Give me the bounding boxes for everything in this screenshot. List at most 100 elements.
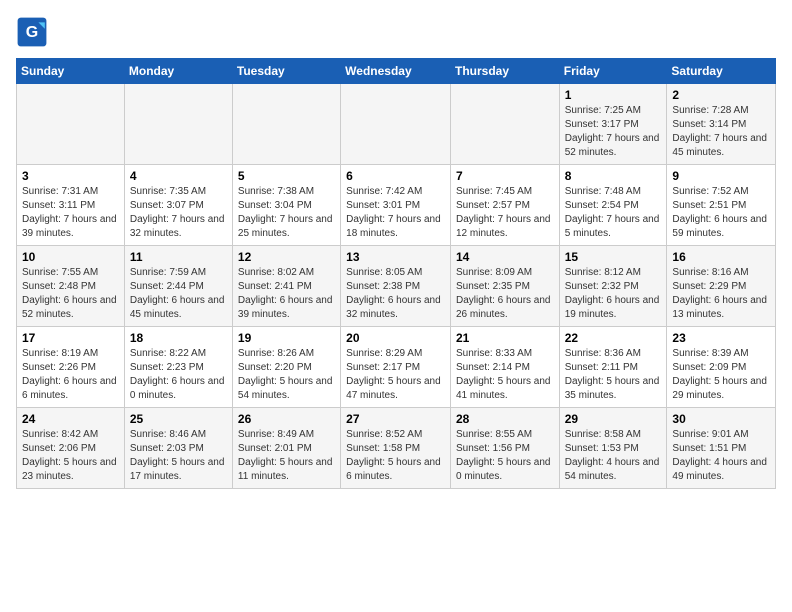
calendar-cell: 19 Sunrise: 8:26 AM Sunset: 2:20 PM Dayli…	[232, 327, 340, 408]
day-number: 27	[346, 412, 445, 426]
calendar-table: SundayMondayTuesdayWednesdayThursdayFrid…	[16, 58, 776, 489]
day-info: Sunrise: 8:22 AM Sunset: 2:23 PM Dayligh…	[130, 347, 227, 403]
day-info: Sunrise: 8:55 AM Sunset: 1:56 PM Dayligh…	[456, 428, 554, 484]
day-info: Sunrise: 7:59 AM Sunset: 2:44 PM Dayligh…	[130, 266, 227, 322]
day-number: 6	[346, 169, 445, 183]
calendar-cell	[450, 84, 559, 165]
day-number: 19	[238, 331, 335, 345]
calendar-cell: 4 Sunrise: 7:35 AM Sunset: 3:07 PM Daylig…	[124, 165, 232, 246]
calendar-cell: 10Sunrise: 7:55 AM Sunset: 2:48 PM Dayli…	[17, 246, 125, 327]
logo-icon: G	[16, 16, 48, 48]
day-info: Sunrise: 8:33 AM Sunset: 2:14 PM Dayligh…	[456, 347, 554, 403]
calendar-week-4: 17 Sunrise: 8:19 AM Sunset: 2:26 PM Dayli…	[17, 327, 776, 408]
calendar-cell: 30 Sunrise: 9:01 AM Sunset: 1:51 PM Dayli…	[667, 408, 776, 489]
day-info: Sunrise: 7:35 AM Sunset: 3:07 PM Dayligh…	[130, 185, 227, 241]
calendar-cell: 3 Sunrise: 7:31 AM Sunset: 3:11 PM Daylig…	[17, 165, 125, 246]
day-number: 5	[238, 169, 335, 183]
day-info: Sunrise: 8:19 AM Sunset: 2:26 PM Dayligh…	[22, 347, 119, 403]
calendar-cell: 11Sunrise: 7:59 AM Sunset: 2:44 PM Dayli…	[124, 246, 232, 327]
day-info: Sunrise: 8:58 AM Sunset: 1:53 PM Dayligh…	[565, 428, 662, 484]
day-number: 14	[456, 250, 554, 264]
day-info: Sunrise: 8:29 AM Sunset: 2:17 PM Dayligh…	[346, 347, 445, 403]
calendar-cell: 27 Sunrise: 8:52 AM Sunset: 1:58 PM Dayli…	[341, 408, 451, 489]
calendar-cell: 20 Sunrise: 8:29 AM Sunset: 2:17 PM Dayli…	[341, 327, 451, 408]
calendar-cell: 21 Sunrise: 8:33 AM Sunset: 2:14 PM Dayli…	[450, 327, 559, 408]
day-number: 24	[22, 412, 119, 426]
calendar-header-saturday: Saturday	[667, 59, 776, 84]
calendar-cell: 12 Sunrise: 8:02 AM Sunset: 2:41 PM Dayli…	[232, 246, 340, 327]
day-number: 16	[672, 250, 770, 264]
day-number: 29	[565, 412, 662, 426]
calendar-cell: 13 Sunrise: 8:05 AM Sunset: 2:38 PM Dayli…	[341, 246, 451, 327]
calendar-header-monday: Monday	[124, 59, 232, 84]
day-info: Sunrise: 9:01 AM Sunset: 1:51 PM Dayligh…	[672, 428, 770, 484]
day-number: 4	[130, 169, 227, 183]
day-info: Sunrise: 8:49 AM Sunset: 2:01 PM Dayligh…	[238, 428, 335, 484]
calendar-cell: 8 Sunrise: 7:48 AM Sunset: 2:54 PM Daylig…	[559, 165, 667, 246]
calendar-cell: 7 Sunrise: 7:45 AM Sunset: 2:57 PM Daylig…	[450, 165, 559, 246]
day-info: Sunrise: 8:16 AM Sunset: 2:29 PM Dayligh…	[672, 266, 770, 322]
day-info: Sunrise: 7:52 AM Sunset: 2:51 PM Dayligh…	[672, 185, 770, 241]
calendar-cell	[124, 84, 232, 165]
day-number: 28	[456, 412, 554, 426]
page-header: G	[16, 16, 776, 48]
day-number: 20	[346, 331, 445, 345]
calendar-cell	[232, 84, 340, 165]
calendar-header-thursday: Thursday	[450, 59, 559, 84]
day-info: Sunrise: 8:02 AM Sunset: 2:41 PM Dayligh…	[238, 266, 335, 322]
day-number: 26	[238, 412, 335, 426]
day-info: Sunrise: 8:12 AM Sunset: 2:32 PM Dayligh…	[565, 266, 662, 322]
calendar-week-5: 24 Sunrise: 8:42 AM Sunset: 2:06 PM Dayli…	[17, 408, 776, 489]
calendar-header-sunday: Sunday	[17, 59, 125, 84]
day-number: 3	[22, 169, 119, 183]
calendar-cell: 16 Sunrise: 8:16 AM Sunset: 2:29 PM Dayli…	[667, 246, 776, 327]
day-number: 17	[22, 331, 119, 345]
day-info: Sunrise: 7:25 AM Sunset: 3:17 PM Dayligh…	[565, 104, 662, 160]
day-info: Sunrise: 8:52 AM Sunset: 1:58 PM Dayligh…	[346, 428, 445, 484]
calendar-cell: 24 Sunrise: 8:42 AM Sunset: 2:06 PM Dayli…	[17, 408, 125, 489]
day-info: Sunrise: 8:39 AM Sunset: 2:09 PM Dayligh…	[672, 347, 770, 403]
calendar-header-row: SundayMondayTuesdayWednesdayThursdayFrid…	[17, 59, 776, 84]
calendar-week-2: 3 Sunrise: 7:31 AM Sunset: 3:11 PM Daylig…	[17, 165, 776, 246]
day-info: Sunrise: 8:05 AM Sunset: 2:38 PM Dayligh…	[346, 266, 445, 322]
day-info: Sunrise: 8:42 AM Sunset: 2:06 PM Dayligh…	[22, 428, 119, 484]
calendar-header-friday: Friday	[559, 59, 667, 84]
day-number: 9	[672, 169, 770, 183]
calendar-cell: 5Sunrise: 7:38 AM Sunset: 3:04 PM Daylig…	[232, 165, 340, 246]
day-info: Sunrise: 7:45 AM Sunset: 2:57 PM Dayligh…	[456, 185, 554, 241]
day-info: Sunrise: 7:31 AM Sunset: 3:11 PM Dayligh…	[22, 185, 119, 241]
day-number: 15	[565, 250, 662, 264]
calendar-cell: 18 Sunrise: 8:22 AM Sunset: 2:23 PM Dayli…	[124, 327, 232, 408]
calendar-cell: 28 Sunrise: 8:55 AM Sunset: 1:56 PM Dayli…	[450, 408, 559, 489]
day-info: Sunrise: 8:26 AM Sunset: 2:20 PM Dayligh…	[238, 347, 335, 403]
calendar-cell	[17, 84, 125, 165]
day-info: Sunrise: 7:55 AM Sunset: 2:48 PM Dayligh…	[22, 266, 119, 322]
logo: G	[16, 16, 52, 48]
day-number: 30	[672, 412, 770, 426]
calendar-cell: 17 Sunrise: 8:19 AM Sunset: 2:26 PM Dayli…	[17, 327, 125, 408]
day-number: 13	[346, 250, 445, 264]
day-number: 1	[565, 88, 662, 102]
calendar-cell: 2Sunrise: 7:28 AM Sunset: 3:14 PM Daylig…	[667, 84, 776, 165]
day-info: Sunrise: 7:48 AM Sunset: 2:54 PM Dayligh…	[565, 185, 662, 241]
day-number: 25	[130, 412, 227, 426]
calendar-cell	[341, 84, 451, 165]
calendar-cell: 1 Sunrise: 7:25 AM Sunset: 3:17 PM Daylig…	[559, 84, 667, 165]
day-number: 8	[565, 169, 662, 183]
calendar-cell: 22 Sunrise: 8:36 AM Sunset: 2:11 PM Dayli…	[559, 327, 667, 408]
calendar-cell: 29 Sunrise: 8:58 AM Sunset: 1:53 PM Dayli…	[559, 408, 667, 489]
day-number: 21	[456, 331, 554, 345]
day-number: 7	[456, 169, 554, 183]
day-number: 22	[565, 331, 662, 345]
day-number: 18	[130, 331, 227, 345]
day-info: Sunrise: 7:28 AM Sunset: 3:14 PM Dayligh…	[672, 104, 770, 160]
day-number: 12	[238, 250, 335, 264]
calendar-cell: 23Sunrise: 8:39 AM Sunset: 2:09 PM Dayli…	[667, 327, 776, 408]
calendar-week-3: 10Sunrise: 7:55 AM Sunset: 2:48 PM Dayli…	[17, 246, 776, 327]
calendar-cell: 25Sunrise: 8:46 AM Sunset: 2:03 PM Dayli…	[124, 408, 232, 489]
day-info: Sunrise: 8:36 AM Sunset: 2:11 PM Dayligh…	[565, 347, 662, 403]
calendar-cell: 14 Sunrise: 8:09 AM Sunset: 2:35 PM Dayli…	[450, 246, 559, 327]
day-info: Sunrise: 8:09 AM Sunset: 2:35 PM Dayligh…	[456, 266, 554, 322]
calendar-week-1: 1 Sunrise: 7:25 AM Sunset: 3:17 PM Daylig…	[17, 84, 776, 165]
calendar-cell: 6Sunrise: 7:42 AM Sunset: 3:01 PM Daylig…	[341, 165, 451, 246]
